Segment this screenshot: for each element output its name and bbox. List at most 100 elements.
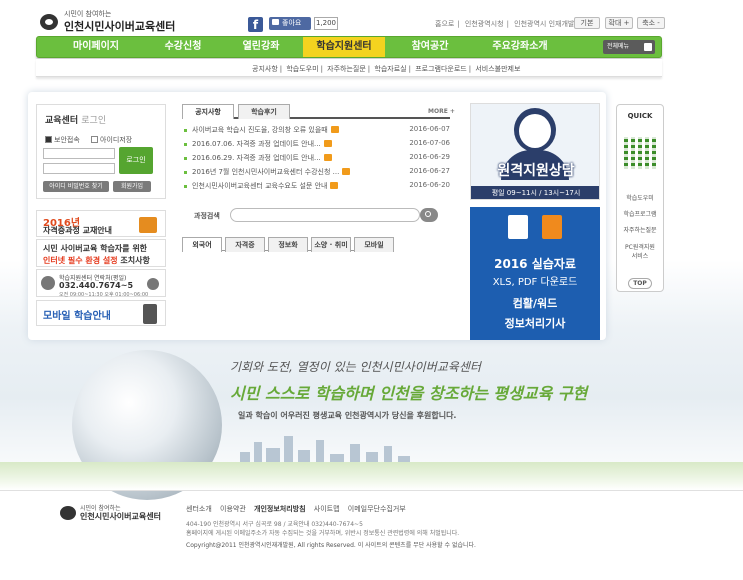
footer-address: 404-190 인천광역시 서구 심곡로 98 / 교육안내 032)440-7…	[186, 521, 363, 528]
support-phone: 032.440.7674~5	[59, 281, 134, 290]
all-menu-button[interactable]: 전체메뉴	[603, 40, 655, 54]
site-logo[interactable]: 시민이 참여하는 인천시민사이버교육센터	[40, 9, 180, 33]
tab-notice[interactable]: 공지사항	[182, 104, 234, 119]
new-badge-icon	[342, 168, 351, 175]
new-badge-icon	[323, 140, 332, 147]
qr-code-icon[interactable]	[624, 137, 656, 169]
news-tabs: 공지사항 학습후기	[182, 104, 450, 119]
list-item[interactable]: 2016.06.29. 자격증 과정 업데이트 안내... 2016-06-29	[184, 152, 450, 165]
bullet-icon	[184, 171, 187, 174]
materials-line4: 정보처리기사	[504, 317, 566, 330]
save-id-checkbox[interactable]: 아이디저장	[91, 135, 132, 145]
secure-login-checkbox[interactable]: 보안접속	[45, 135, 80, 145]
list-item[interactable]: 인천시민사이버교육센터 교육수요도 설문 안내 2016-06-20	[184, 180, 450, 193]
grass-strip	[0, 462, 743, 490]
env-banner-line2: 인터넷 필수 환경 설정 조치사항	[43, 256, 150, 265]
font-zoom-out-button[interactable]: 축소 -	[637, 17, 665, 29]
bullet-icon	[184, 157, 187, 160]
nav-open-lectures[interactable]: 열린강좌	[225, 37, 297, 57]
footer-link-about[interactable]: 센터소개	[186, 505, 212, 513]
mobile-learning-banner[interactable]: 모바일 학습안내	[36, 300, 166, 326]
footer-link-email-refusal[interactable]: 이메일무단수집거부	[348, 505, 406, 513]
link-hrd-institute[interactable]: 인천광역시 인재개발원	[514, 20, 581, 28]
quick-item[interactable]: 학습도우미	[617, 193, 663, 202]
sub-nav-materials[interactable]: 학습자료실	[374, 65, 406, 73]
link-incheon-city[interactable]: 인천광역시청	[465, 20, 504, 28]
id-input[interactable]	[43, 148, 115, 159]
sub-nav-downloads[interactable]: 프로그램다운로드	[415, 65, 467, 73]
search-input[interactable]	[230, 208, 420, 222]
find-account-button[interactable]: 아이디 비밀번호 찾기	[43, 181, 109, 192]
like-label: 좋아요	[282, 19, 302, 27]
environment-setup-banner[interactable]: 시민 사이버교육 학습자를 위한 인터넷 필수 환경 설정 조치사항	[36, 239, 166, 267]
search-button[interactable]	[420, 208, 438, 222]
facebook-icon[interactable]: f	[248, 17, 263, 32]
link-home[interactable]: 홈으로	[435, 20, 454, 28]
news-title: 인천시민사이버교육센터 교육수요도 설문 안내	[192, 182, 328, 190]
font-zoom-in-button[interactable]: 확대 +	[605, 17, 633, 29]
like-count: 1,200	[314, 17, 338, 30]
new-badge-icon	[330, 126, 339, 133]
agent-face	[519, 114, 551, 148]
person-icon	[542, 215, 562, 239]
course-search: 과정검색	[182, 207, 438, 223]
quick-item[interactable]: 학습프로그램	[617, 209, 663, 218]
tab-certificate[interactable]: 자격증	[225, 237, 265, 252]
login-button[interactable]: 로그인	[119, 147, 153, 174]
top-button[interactable]: TOP	[628, 278, 652, 289]
hero-line1: 기회와 도전, 열정이 있는 인천시민사이버교육센터	[230, 360, 481, 374]
footer-link-privacy[interactable]: 개인정보처리방침	[254, 505, 306, 513]
tab-reviews[interactable]: 학습후기	[238, 104, 290, 119]
footer-copyright: Copyright@2011 인천광역시인재개발원, All rights Re…	[186, 542, 476, 549]
nav-main-courses[interactable]: 주요강좌소개	[475, 37, 565, 57]
remote-support-title: 원격지원상담	[497, 163, 575, 179]
sub-nav-faq[interactable]: 자주하는질문	[327, 65, 366, 73]
nav-mypage[interactable]: 마이페이지	[51, 37, 141, 57]
nav-participation[interactable]: 참여공간	[391, 37, 469, 57]
quick-item[interactable]: PC원격지원 서비스	[617, 243, 663, 261]
quick-menu: QUICK 학습도우미 학습프로그램 자주하는질문 PC원격지원 서비스 TOP	[616, 104, 664, 292]
more-link[interactable]: MORE +	[428, 108, 455, 115]
sub-nav-notice[interactable]: 공지사항	[252, 65, 278, 73]
practice-materials-banner[interactable]: 2016 실습자료 XLS, PDF 다운로드 컴활/워드 정보처리기사	[470, 207, 600, 340]
news-date: 2016-07-06	[409, 139, 450, 147]
logo-mark-icon	[60, 506, 76, 520]
textbook-banner[interactable]: 2016년 자격증과정 교재안내	[36, 210, 166, 237]
news-date: 2016-06-07	[409, 125, 450, 133]
footer-link-sitemap[interactable]: 사이트맵	[314, 505, 340, 513]
hero-line2: 시민 스스로 학습하며 인천을 창조하는 평생교육 구현	[230, 384, 588, 403]
hero-line3: 일과 학습이 어우러진 평생교육 인천광역시가 당신을 후원합니다.	[238, 411, 457, 420]
search-icon	[425, 211, 431, 217]
sub-nav-helper[interactable]: 학습도우미	[286, 65, 318, 73]
quick-item[interactable]: 자주하는질문	[617, 225, 663, 234]
main-nav: 마이페이지 수강신청 열린강좌 학습지원센터 참여공간 주요강좌소개 전체메뉴	[36, 36, 662, 58]
chat-icon[interactable]	[147, 278, 159, 290]
list-item[interactable]: 사이버교육 학습시 진도율, 강의창 오류 있을때 2016-06-07	[184, 124, 450, 137]
logo-name: 인천시민사이버교육센터	[64, 20, 176, 33]
tab-hobby[interactable]: 소양 · 취미	[311, 237, 351, 252]
save-id-label: 아이디저장	[100, 136, 133, 144]
remote-support-banner[interactable]: 원격지원상담 평일 09~11시 / 13시~17시	[470, 103, 600, 200]
plus-icon	[644, 43, 652, 51]
nav-course-apply[interactable]: 수강신청	[147, 37, 219, 57]
password-input[interactable]	[43, 163, 115, 174]
footer-logo-name: 인천시민사이버교육센터	[80, 512, 161, 521]
footer-link-terms[interactable]: 이용약관	[220, 505, 246, 513]
sub-nav-complaints[interactable]: 서비스불만제보	[475, 65, 520, 73]
footer-divider	[0, 490, 743, 491]
thumbs-up-icon	[272, 19, 279, 25]
nav-learning-support[interactable]: 학습지원센터	[303, 37, 385, 57]
join-button[interactable]: 회원가입	[113, 181, 151, 192]
footer-email-notice: 홈페이지에 게시된 이메일주소가 자동 수집되는 것을 거부하며, 위반시 정보…	[186, 530, 460, 537]
tab-it[interactable]: 정보화	[268, 237, 308, 252]
materials-line1: 2016 실습자료	[494, 257, 576, 271]
tab-foreign-language[interactable]: 외국어	[182, 237, 222, 252]
phone-icon	[41, 276, 55, 290]
tab-mobile[interactable]: 모바일	[354, 237, 394, 252]
checkbox-icon	[91, 136, 98, 143]
list-item[interactable]: 2016년 7월 인천시민사이버교육센터 수강신청 ... 2016-06-27	[184, 166, 450, 179]
list-item[interactable]: 2016.07.06. 자격증 과정 업데이트 안내... 2016-07-06	[184, 138, 450, 151]
facebook-like-button[interactable]: 좋아요	[269, 17, 311, 30]
support-contact-banner: 학습지원센터 연락처(평일) 032.440.7674~5 오전 09:00~1…	[36, 269, 166, 298]
font-default-button[interactable]: 기본	[574, 17, 600, 29]
